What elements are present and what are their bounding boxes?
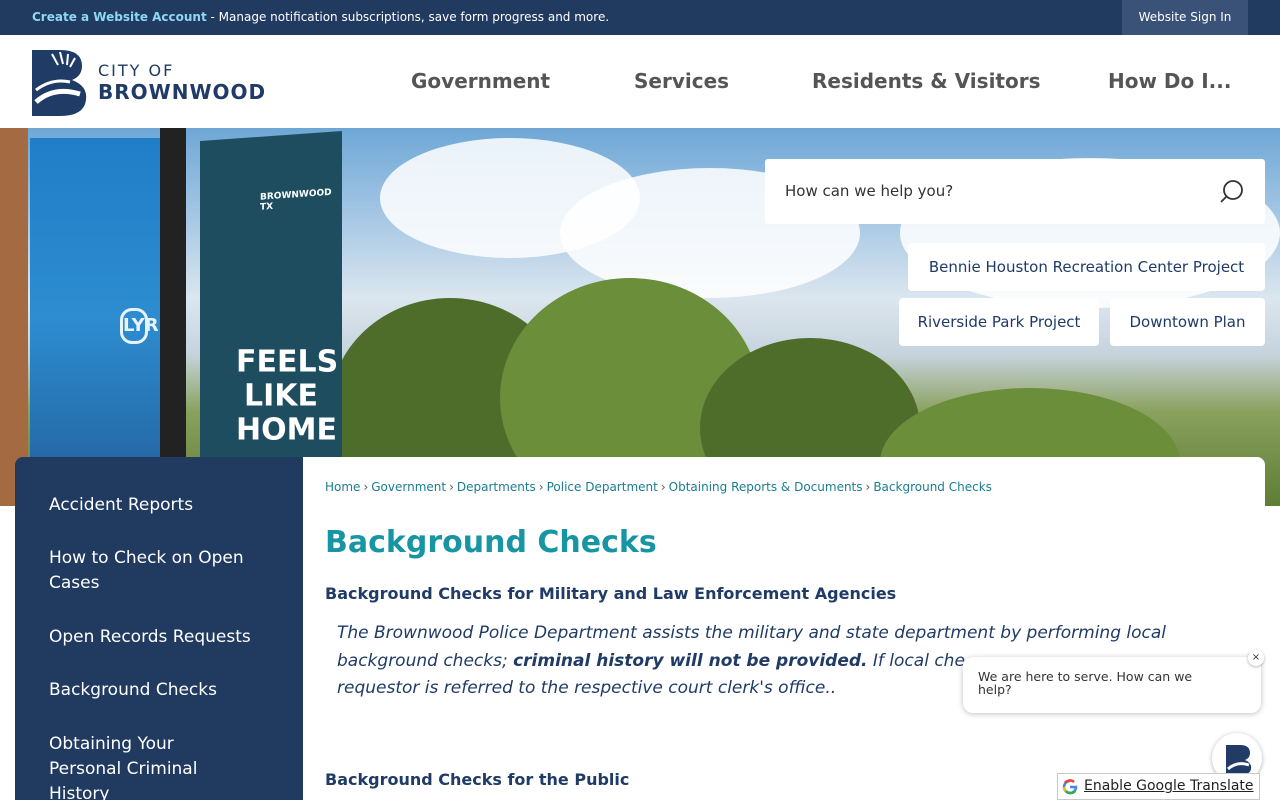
logo-name-text: BROWNWOOD [98,80,267,104]
section-heading-public: Background Checks for the Public [325,770,630,789]
sidebar-item-open-cases[interactable]: How to Check on Open Cases [49,546,269,596]
translate-label: Enable Google Translate [1084,778,1254,794]
chat-message: We are here to serve. How can we help? [978,669,1193,697]
account-promo-text: - Manage notification subscriptions, sav… [206,10,610,24]
breadcrumb-departments[interactable]: Departments [457,480,536,494]
quick-link-bennie-houston[interactable]: Bennie Houston Recreation Center Project [908,243,1265,291]
breadcrumb-government[interactable]: Government [371,480,446,494]
main-content: Home › Government › Departments › Police Depar… [303,457,1265,800]
brick-wall [0,128,28,506]
google-icon [1062,779,1078,795]
chat-close-icon[interactable]: × [1248,650,1264,666]
feels-like-home-banner: BROWNWOOD TX FEELS LIKE HOME [200,131,342,501]
google-translate-toggle[interactable]: Enable Google Translate [1057,773,1260,800]
brownwood-logo-icon [32,50,87,116]
sidebar-item-open-records[interactable]: Open Records Requests [49,625,269,650]
chat-prompt[interactable]: We are here to serve. How can we help? [963,657,1261,713]
banner-brand: BROWNWOOD TX [260,187,332,213]
light-pole [160,128,186,506]
site-search [765,159,1265,224]
banner-slogan: FEELS LIKE HOME [236,344,339,448]
lyric-banner: LYRIC [30,138,178,498]
breadcrumb-police[interactable]: Police Department [547,480,658,494]
section-heading-agencies: Background Checks for Military and Law E… [325,584,897,603]
create-account-link[interactable]: Create a Website Account [32,10,207,24]
quick-link-downtown-plan[interactable]: Downtown Plan [1110,298,1265,346]
breadcrumb: Home › Government › Departments › Police Depar… [325,480,992,494]
section-sidebar: Accident Reports How to Check on Open Ca… [15,457,303,800]
nav-services[interactable]: Services [634,69,729,93]
site-header: CITY OF BROWNWOOD Government Services Re… [0,35,1280,128]
sidebar-item-background-checks[interactable]: Background Checks [49,678,269,703]
sidebar-item-accident-reports[interactable]: Accident Reports [49,493,269,518]
city-logo[interactable]: CITY OF BROWNWOOD [30,46,265,118]
breadcrumb-current[interactable]: Background Checks [873,480,992,494]
nav-government[interactable]: Government [411,69,550,93]
search-input[interactable] [785,179,1205,203]
breadcrumb-reports[interactable]: Obtaining Reports & Documents [669,480,863,494]
sidebar-item-criminal-history[interactable]: Obtaining Your Personal Criminal History [49,732,229,800]
account-promo: Create a Website Account - Manage notifi… [32,10,609,24]
page-title: Background Checks [325,525,657,560]
sign-in-button[interactable]: Website Sign In [1122,0,1248,35]
nav-residents-visitors[interactable]: Residents & Visitors [812,69,1041,93]
utility-bar: Create a Website Account - Manage notifi… [0,0,1280,35]
breadcrumb-home[interactable]: Home [325,480,360,494]
search-icon[interactable] [1219,179,1245,205]
nav-how-do-i[interactable]: How Do I... [1108,69,1231,93]
quick-link-riverside-park[interactable]: Riverside Park Project [899,298,1099,346]
lyric-sign: LYRIC [120,308,178,344]
logo-city-text: CITY OF [98,61,175,80]
